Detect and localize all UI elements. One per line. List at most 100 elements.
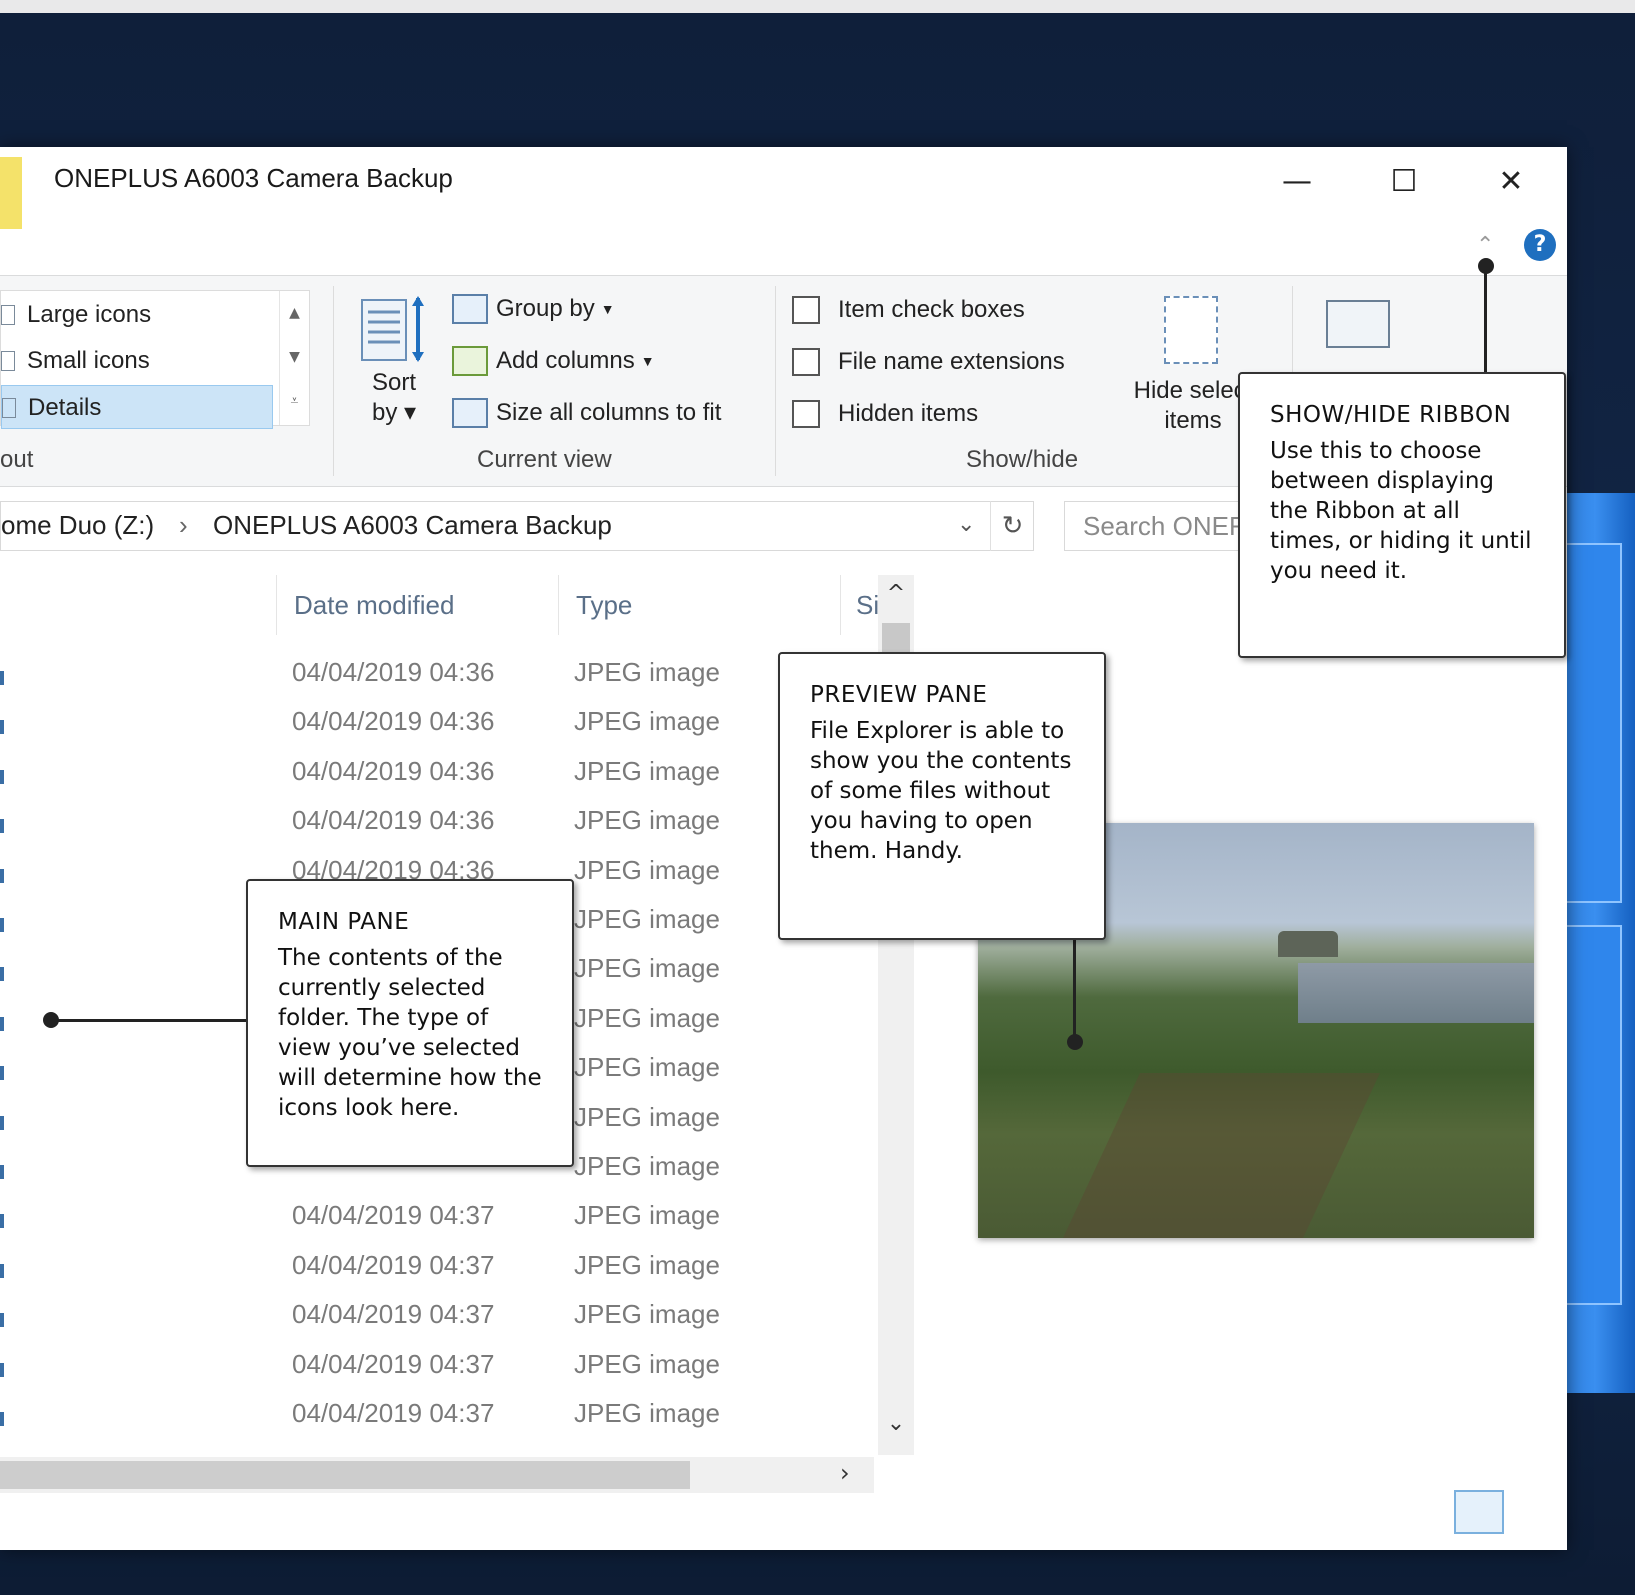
callout-body: Use this to choose between displaying th… — [1270, 438, 1532, 584]
table-row[interactable]: 04/04/2019 04:36 JPEG image — [0, 706, 874, 750]
column-header-size[interactable]: Si — [842, 577, 878, 633]
help-icon[interactable]: ? — [1524, 229, 1556, 261]
scroll-right-icon[interactable]: › — [840, 1459, 850, 1487]
table-row[interactable]: 04/04/2019 04:37 JPEG image — [0, 1200, 874, 1244]
row-name-fragment — [0, 1363, 4, 1377]
address-bar[interactable]: ome Duo (Z:) › ONEPLUS A6003 Camera Back… — [0, 501, 1034, 551]
group-by-icon — [452, 294, 488, 324]
checkbox[interactable] — [792, 348, 820, 376]
minimize-button[interactable]: — — [1267, 155, 1327, 207]
layout-item-label: Details — [28, 394, 102, 421]
group-by-button[interactable]: Group by ▼ — [452, 294, 615, 324]
maximize-button[interactable]: ☐ — [1374, 155, 1434, 207]
callout-title: PREVIEW PANE — [810, 682, 988, 708]
path-shape — [1056, 1073, 1380, 1238]
layout-item-label: Small icons — [27, 347, 150, 374]
scroll-thumb[interactable] — [882, 623, 910, 653]
details-view-button[interactable] — [1454, 1490, 1504, 1534]
scroll-thumb[interactable] — [0, 1461, 690, 1489]
scroll-down-icon[interactable]: ▼ — [280, 335, 309, 379]
breadcrumb-separator[interactable]: › — [179, 510, 188, 541]
windows-logo-tile — [1562, 543, 1622, 903]
item-check-boxes-toggle[interactable]: Item check boxes — [792, 296, 1025, 324]
current-view-group-label: Current view — [477, 446, 612, 473]
scroll-up-icon[interactable]: ^ — [878, 581, 914, 606]
cell-date-modified: 04/04/2019 04:37 — [292, 1250, 495, 1280]
callout-dot — [1067, 1034, 1083, 1050]
size-all-columns-button[interactable]: Size all columns to fit — [452, 398, 721, 428]
cell-type: JPEG image — [574, 953, 720, 983]
layout-small-icons[interactable]: Small icons — [1, 339, 273, 383]
layout-group-label: out — [0, 446, 34, 473]
table-row[interactable]: 04/04/2019 04:36 JPEG image — [0, 756, 874, 800]
sort-label-line1: Sort — [371, 369, 416, 396]
row-name-fragment — [0, 720, 4, 734]
file-name-extensions-toggle[interactable]: File name extensions — [792, 348, 1065, 376]
callout-leader-ribbon — [1484, 264, 1487, 374]
checkbox[interactable] — [792, 296, 820, 324]
layout-gallery: Large icons Small icons Details ▲ ▼ ⩡ — [0, 290, 310, 429]
cell-date-modified: 04/04/2019 04:36 — [292, 805, 495, 835]
add-columns-label: Add columns — [496, 347, 635, 374]
ribbon-toggle-icon[interactable]: ⌃ — [1476, 233, 1494, 258]
cell-date-modified: 04/04/2019 04:37 — [292, 1398, 495, 1428]
add-columns-button[interactable]: Add columns ▼ — [452, 346, 655, 376]
callout-title: MAIN PANE — [278, 909, 410, 935]
column-separator[interactable] — [558, 575, 559, 635]
cell-type: JPEG image — [574, 1003, 720, 1033]
cell-date-modified: 04/04/2019 04:36 — [292, 706, 495, 736]
column-header-type[interactable]: Type — [562, 577, 842, 633]
cell-type: JPEG image — [574, 1052, 720, 1082]
row-name-fragment — [0, 1214, 4, 1228]
table-row[interactable]: 04/04/2019 04:37 JPEG image — [0, 1250, 874, 1294]
column-separator[interactable] — [276, 575, 277, 635]
cell-type: JPEG image — [574, 904, 720, 934]
column-header-date-modified[interactable]: Date modified — [280, 577, 560, 633]
table-row[interactable]: 04/04/2019 04:36 JPEG image — [0, 657, 874, 701]
table-row[interactable]: 04/04/2019 04:36 JPEG image — [0, 805, 874, 849]
hide-selected-icon[interactable] — [1164, 296, 1218, 364]
options-icon[interactable] — [1326, 300, 1390, 348]
callout-show-hide-ribbon: SHOW/HIDE RIBBON Use this to choose betw… — [1238, 372, 1566, 658]
large-icons-view-button[interactable] — [1508, 1490, 1558, 1534]
horizontal-scrollbar[interactable]: › — [0, 1457, 874, 1493]
castle-shape — [1278, 931, 1338, 957]
hidden-items-toggle[interactable]: Hidden items — [792, 400, 978, 428]
expand-gallery-icon[interactable]: ⩡ — [280, 379, 309, 423]
callout-leader-preview — [1073, 938, 1076, 1042]
column-separator[interactable] — [840, 575, 841, 635]
sort-icon[interactable] — [360, 294, 428, 366]
cell-type: JPEG image — [574, 657, 720, 687]
group-by-label: Group by — [496, 295, 595, 322]
table-row[interactable]: 04/04/2019 04:37 JPEG image — [0, 1349, 874, 1393]
row-name-fragment — [0, 918, 4, 932]
breadcrumb-drive[interactable]: ome Duo (Z:) — [1, 510, 154, 541]
cell-type: JPEG image — [574, 1299, 720, 1329]
refresh-button[interactable]: ↻ — [990, 501, 1034, 551]
cell-type: JPEG image — [574, 1151, 720, 1181]
close-button[interactable]: ✕ — [1481, 155, 1541, 207]
row-name-fragment — [0, 1264, 4, 1278]
layout-details[interactable]: Details — [1, 385, 273, 429]
callout-main-pane: MAIN PANE The contents of the currently … — [246, 879, 574, 1167]
scroll-up-icon[interactable]: ▲ — [280, 291, 309, 335]
layout-large-icons[interactable]: Large icons — [1, 293, 273, 337]
chevron-down-icon: ▼ — [600, 301, 615, 317]
row-name-fragment — [0, 1165, 4, 1179]
table-row[interactable]: 04/04/2019 04:37 JPEG image — [0, 1398, 874, 1442]
sort-by-button[interactable]: Sort by ▾ — [364, 368, 424, 428]
layout-item-label: Large icons — [27, 301, 152, 328]
chevron-down-icon[interactable]: ⌄ — [957, 512, 975, 537]
breadcrumb-folder[interactable]: ONEPLUS A6003 Camera Backup — [213, 510, 612, 541]
scroll-down-icon[interactable]: ⌄ — [878, 1411, 914, 1436]
table-row[interactable]: 04/04/2019 04:37 JPEG image — [0, 1299, 874, 1343]
window-title: ONEPLUS A6003 Camera Backup — [54, 163, 453, 193]
row-name-fragment — [0, 819, 4, 833]
cell-type: JPEG image — [574, 1349, 720, 1379]
callout-preview-pane: PREVIEW PANE File Explorer is able to sh… — [778, 652, 1106, 940]
checkbox[interactable] — [792, 400, 820, 428]
cell-type: JPEG image — [574, 706, 720, 736]
layout-scroll[interactable]: ▲ ▼ ⩡ — [279, 291, 309, 425]
cell-date-modified: 04/04/2019 04:36 — [292, 756, 495, 786]
row-name-fragment — [0, 1313, 4, 1327]
